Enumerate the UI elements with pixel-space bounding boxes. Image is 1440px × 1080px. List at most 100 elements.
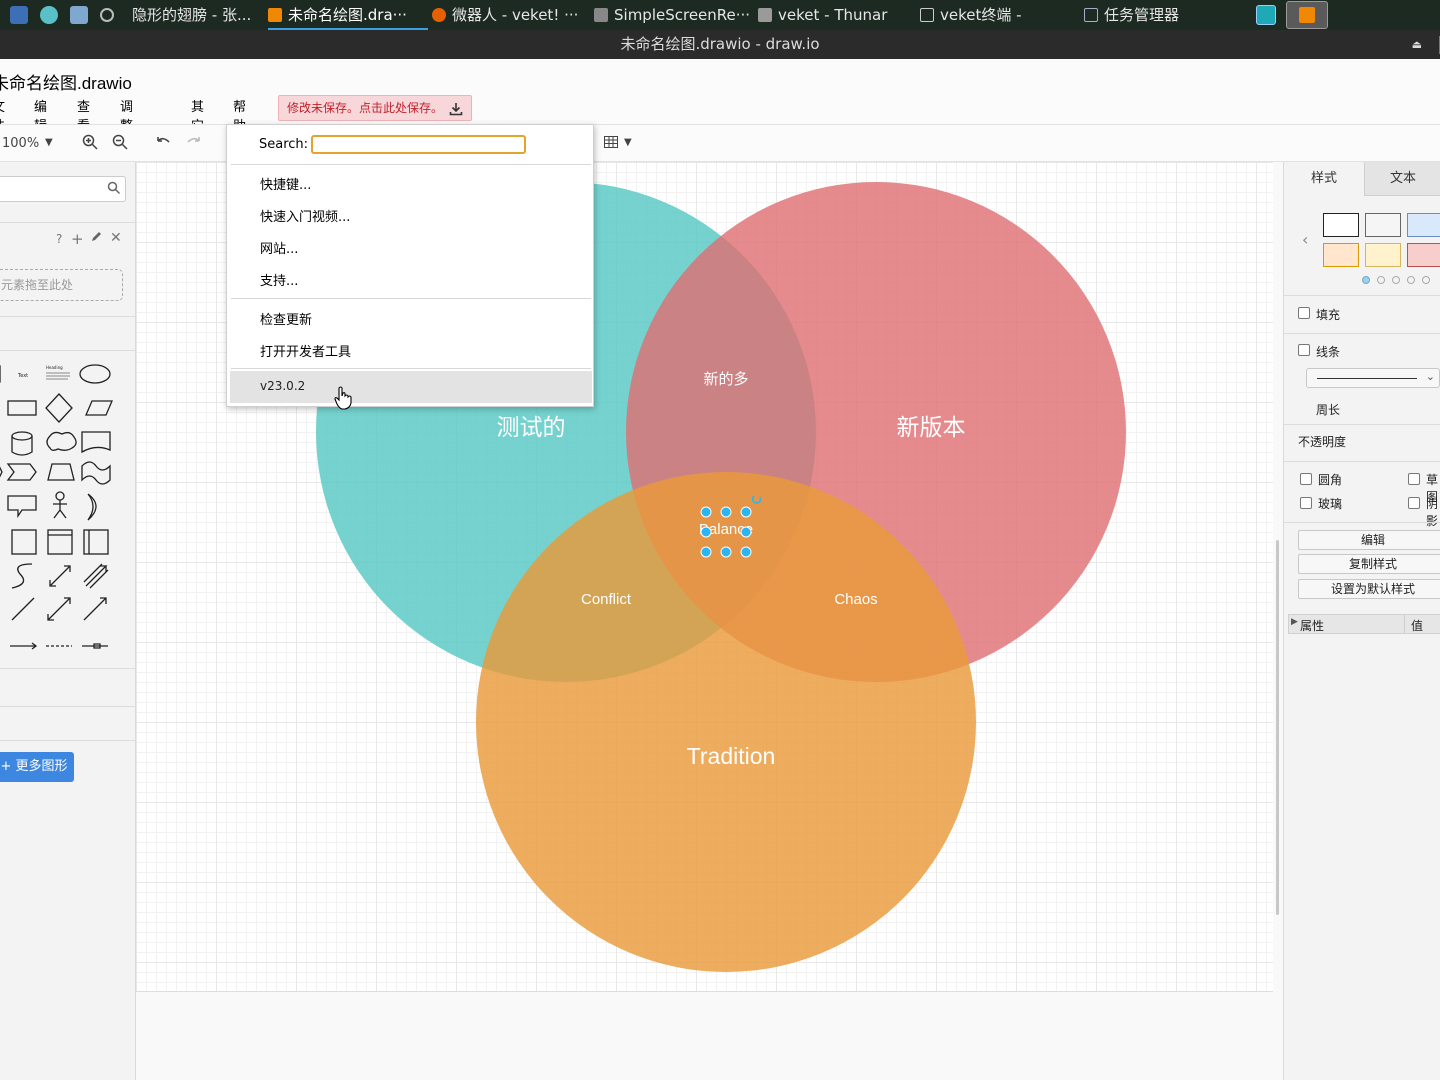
link-arrow-icon[interactable] xyxy=(10,642,38,650)
process-shape-icon[interactable] xyxy=(7,400,37,416)
page-dot[interactable] xyxy=(1407,276,1415,284)
task-music[interactable]: 隐形的翅膀 - 张... xyxy=(132,0,260,30)
fill-checkbox[interactable] xyxy=(1298,307,1310,319)
task-taskmanager[interactable]: 任务管理器 xyxy=(1084,0,1224,30)
style-swatch-yellow[interactable] xyxy=(1365,243,1401,267)
resize-handle[interactable] xyxy=(720,546,732,558)
cloud-shape-icon[interactable] xyxy=(46,431,77,451)
container-shape-icon[interactable] xyxy=(11,529,37,555)
resize-handle[interactable] xyxy=(740,526,752,538)
callout-shape-icon[interactable] xyxy=(7,495,37,519)
page-dot[interactable] xyxy=(1392,276,1400,284)
add-icon[interactable]: + xyxy=(71,230,84,248)
document-shape-icon[interactable] xyxy=(81,431,111,454)
page-dot[interactable] xyxy=(1422,276,1430,284)
zoom-in-icon[interactable] xyxy=(82,134,98,154)
step-shape-icon[interactable] xyxy=(0,464,3,480)
line-checkbox[interactable] xyxy=(1298,344,1310,356)
parallelogram-shape-icon[interactable] xyxy=(85,400,113,416)
directional-connector-icon[interactable] xyxy=(83,597,107,621)
task-drawio[interactable]: 未命名绘图.dra··· xyxy=(268,0,428,30)
double-arrow-icon[interactable] xyxy=(47,597,71,621)
help-icon[interactable]: ? xyxy=(56,232,62,246)
trapezoid-shape-icon[interactable] xyxy=(47,463,75,481)
swimlane-shape-icon[interactable] xyxy=(47,529,73,555)
unsaved-changes-button[interactable]: 修改未保存。点击此处保存。 xyxy=(278,95,472,121)
zoom-out-icon[interactable] xyxy=(112,134,128,154)
copy-style-button[interactable]: 复制样式 xyxy=(1298,554,1440,574)
zoom-dropdown-icon[interactable]: ▼ xyxy=(45,137,53,148)
shape-search-input[interactable] xyxy=(0,176,126,202)
vertical-scrollbar[interactable] xyxy=(1276,540,1279,915)
table-dropdown-icon[interactable]: ▼ xyxy=(624,137,632,148)
page-dot[interactable] xyxy=(1362,276,1370,284)
veket-icon[interactable] xyxy=(40,6,58,24)
sketch-checkbox[interactable] xyxy=(1408,473,1420,485)
rounded-checkbox[interactable] xyxy=(1300,473,1312,485)
menu-item-devtools[interactable]: 打开开发者工具 xyxy=(260,341,351,360)
menu-item-website[interactable]: 网站... xyxy=(260,238,298,257)
tape-shape-icon[interactable] xyxy=(81,461,111,485)
scratchpad-dropzone[interactable]: 元素拖至此处 xyxy=(0,269,123,301)
line-icon[interactable] xyxy=(11,597,35,621)
list-shape-icon[interactable] xyxy=(83,529,109,555)
redo-icon[interactable] xyxy=(186,134,202,154)
caret-right-icon[interactable]: ▶ xyxy=(1291,617,1298,627)
resize-handle[interactable] xyxy=(720,506,732,518)
edit-style-button[interactable]: 编辑 xyxy=(1298,530,1440,550)
task-thunar[interactable]: veket - Thunar xyxy=(758,0,908,30)
menu-item-shortcuts[interactable]: 快捷键... xyxy=(260,174,311,193)
intersection-label-top[interactable]: 新的多 xyxy=(703,371,748,388)
chevron-shape-icon[interactable] xyxy=(6,463,37,481)
shadow-checkbox[interactable] xyxy=(1408,497,1420,509)
style-swatch-blue[interactable] xyxy=(1407,213,1440,237)
bidirectional-arrow-icon[interactable] xyxy=(49,565,71,587)
zoom-level[interactable]: 100% xyxy=(2,136,39,151)
task-firefox[interactable]: 微器人 - veket! ··· xyxy=(432,0,588,30)
connector-with-label-icon[interactable] xyxy=(82,643,108,649)
menu-item-check-updates[interactable]: 检查更新 xyxy=(260,309,312,328)
style-swatch-red[interactable] xyxy=(1407,243,1440,267)
table-icon[interactable] xyxy=(603,134,619,154)
curve-shape-icon[interactable] xyxy=(11,563,33,589)
style-swatch-gray[interactable] xyxy=(1365,213,1401,237)
style-swatch-white[interactable] xyxy=(1323,213,1359,237)
undo-icon[interactable] xyxy=(155,134,171,154)
task-screenrecorder[interactable]: SimpleScreenRe··· xyxy=(594,0,752,30)
general-shapes-palette[interactable]: Text Heading xyxy=(0,358,126,658)
settings-icon[interactable] xyxy=(100,8,114,22)
heading-shape-icon[interactable]: Heading xyxy=(46,365,63,370)
tab-text[interactable]: 文本 xyxy=(1364,162,1440,196)
tray-screen-icon[interactable] xyxy=(1256,5,1276,25)
help-search-input[interactable] xyxy=(311,135,526,154)
more-shapes-button[interactable]: + 更多图形 xyxy=(0,752,74,782)
close-icon[interactable]: ✕ xyxy=(110,230,122,246)
or-shape-icon[interactable] xyxy=(87,493,97,521)
app-menu-icon[interactable] xyxy=(10,6,28,24)
ellipse-shape-icon[interactable] xyxy=(79,364,111,384)
intersection-label-conflict[interactable]: Conflict xyxy=(581,591,632,608)
document-title[interactable]: 未命名绘图.drawio xyxy=(0,69,132,94)
menu-item-version[interactable]: v23.0.2 xyxy=(230,371,592,403)
style-swatch-peach[interactable] xyxy=(1323,243,1359,267)
eject-icon[interactable]: ⏏ xyxy=(1412,30,1422,59)
line-style-select[interactable]: ⌄ xyxy=(1306,368,1440,388)
edit-icon[interactable] xyxy=(90,231,102,246)
resize-handle[interactable] xyxy=(700,526,712,538)
task-terminal[interactable]: veket终端 - xyxy=(920,0,1070,30)
set-default-style-button[interactable]: 设置为默认样式 xyxy=(1298,579,1440,599)
text-shape-icon[interactable]: Text xyxy=(17,373,28,379)
menu-item-quickstart-video[interactable]: 快速入门视频... xyxy=(260,206,350,225)
resize-handle[interactable] xyxy=(700,506,712,518)
diamond-shape-icon[interactable] xyxy=(45,393,73,423)
tray-drawio-icon[interactable] xyxy=(1286,1,1328,29)
page-dot[interactable] xyxy=(1377,276,1385,284)
arrow-shape-icon[interactable] xyxy=(83,563,109,589)
textbox-shape-icon[interactable] xyxy=(46,372,70,380)
menu-item-support[interactable]: 支持... xyxy=(260,270,298,289)
resize-handle[interactable] xyxy=(700,546,712,558)
network-icon[interactable] xyxy=(70,6,88,24)
resize-handle[interactable] xyxy=(740,506,752,518)
glass-checkbox[interactable] xyxy=(1300,497,1312,509)
tab-style[interactable]: 样式 xyxy=(1284,162,1364,196)
